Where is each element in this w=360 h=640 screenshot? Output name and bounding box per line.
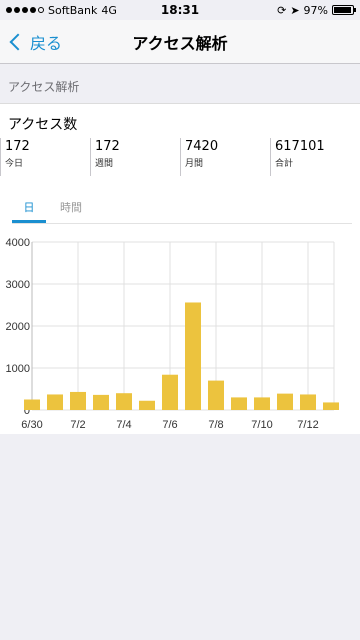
y-tick-label: 3000: [6, 279, 30, 291]
bar: [300, 394, 316, 410]
navigation-bar: 戻る アクセス解析: [0, 20, 360, 64]
back-button[interactable]: 戻る: [8, 28, 62, 56]
stat-label: 月間: [185, 159, 204, 169]
y-tick-label: 4000: [6, 238, 30, 249]
section-header: アクセス解析: [0, 64, 360, 104]
stats-row: 172 今日 172 週間 7420 月間 617101 合計: [0, 138, 360, 176]
x-tick-label: 7/8: [208, 419, 223, 431]
status-left: SoftBank 4G: [6, 4, 136, 17]
bar: [24, 399, 40, 410]
panel-title: アクセス数: [8, 117, 78, 133]
bar: [208, 380, 224, 410]
bar: [323, 402, 339, 410]
bar: [231, 397, 247, 410]
tab-day[interactable]: 日: [12, 196, 46, 223]
bar: [277, 393, 293, 410]
location-arrow-icon: ➤: [290, 3, 300, 17]
stat-month: 7420 月間: [180, 138, 270, 176]
network-label: 4G: [101, 3, 117, 17]
signal-strength-icon: [6, 7, 44, 13]
battery-label: 97%: [303, 3, 328, 17]
stat-value: 172: [95, 139, 120, 154]
bar: [185, 302, 201, 410]
x-tick-label: 7/6: [162, 419, 177, 431]
bar: [254, 397, 270, 410]
stat-value: 172: [5, 139, 30, 154]
tab-hour[interactable]: 時間: [54, 196, 88, 223]
stat-label: 合計: [275, 159, 294, 169]
status-right: ⟳ ➤ 97%: [224, 3, 356, 17]
status-bar: SoftBank 4G 18:31 ⟳ ➤ 97%: [0, 0, 360, 20]
stat-week: 172 週間: [90, 138, 180, 176]
bar: [70, 391, 86, 410]
bar: [93, 394, 109, 410]
x-tick-label: 7/2: [70, 419, 85, 431]
bar: [162, 374, 178, 410]
battery-icon: [332, 5, 356, 15]
x-tick-label: 7/10: [251, 419, 272, 431]
y-tick-label: 1000: [6, 363, 30, 375]
stat-value: 7420: [185, 139, 219, 154]
y-tick-label: 2000: [6, 321, 30, 333]
back-label: 戻る: [30, 34, 63, 53]
stat-label: 週間: [95, 159, 114, 169]
chevron-left-icon: [9, 33, 27, 51]
bar: [47, 394, 63, 410]
bar: [116, 393, 132, 410]
carrier-label: SoftBank: [48, 3, 98, 17]
stat-total: 617101 合計: [270, 138, 360, 176]
period-tabs: 日 時間: [12, 196, 352, 224]
stat-today: 172 今日: [0, 138, 90, 176]
x-tick-label: 7/12: [297, 419, 318, 431]
access-panel: アクセス数 172 今日 172 週間 7420 月間 617101 合計 日 …: [0, 104, 360, 434]
x-tick-label: 7/4: [116, 419, 131, 431]
access-bar-chart: 010002000300040006/30 7/2 7/4 7/6 7/8 7/10 7/1…: [6, 238, 339, 431]
stat-value: 617101: [275, 139, 325, 154]
stat-label: 今日: [5, 159, 24, 169]
bar: [139, 400, 155, 410]
orientation-lock-icon: ⟳: [277, 3, 287, 17]
status-time: 18:31: [160, 3, 200, 17]
x-tick-label: 6/30: [21, 419, 42, 431]
